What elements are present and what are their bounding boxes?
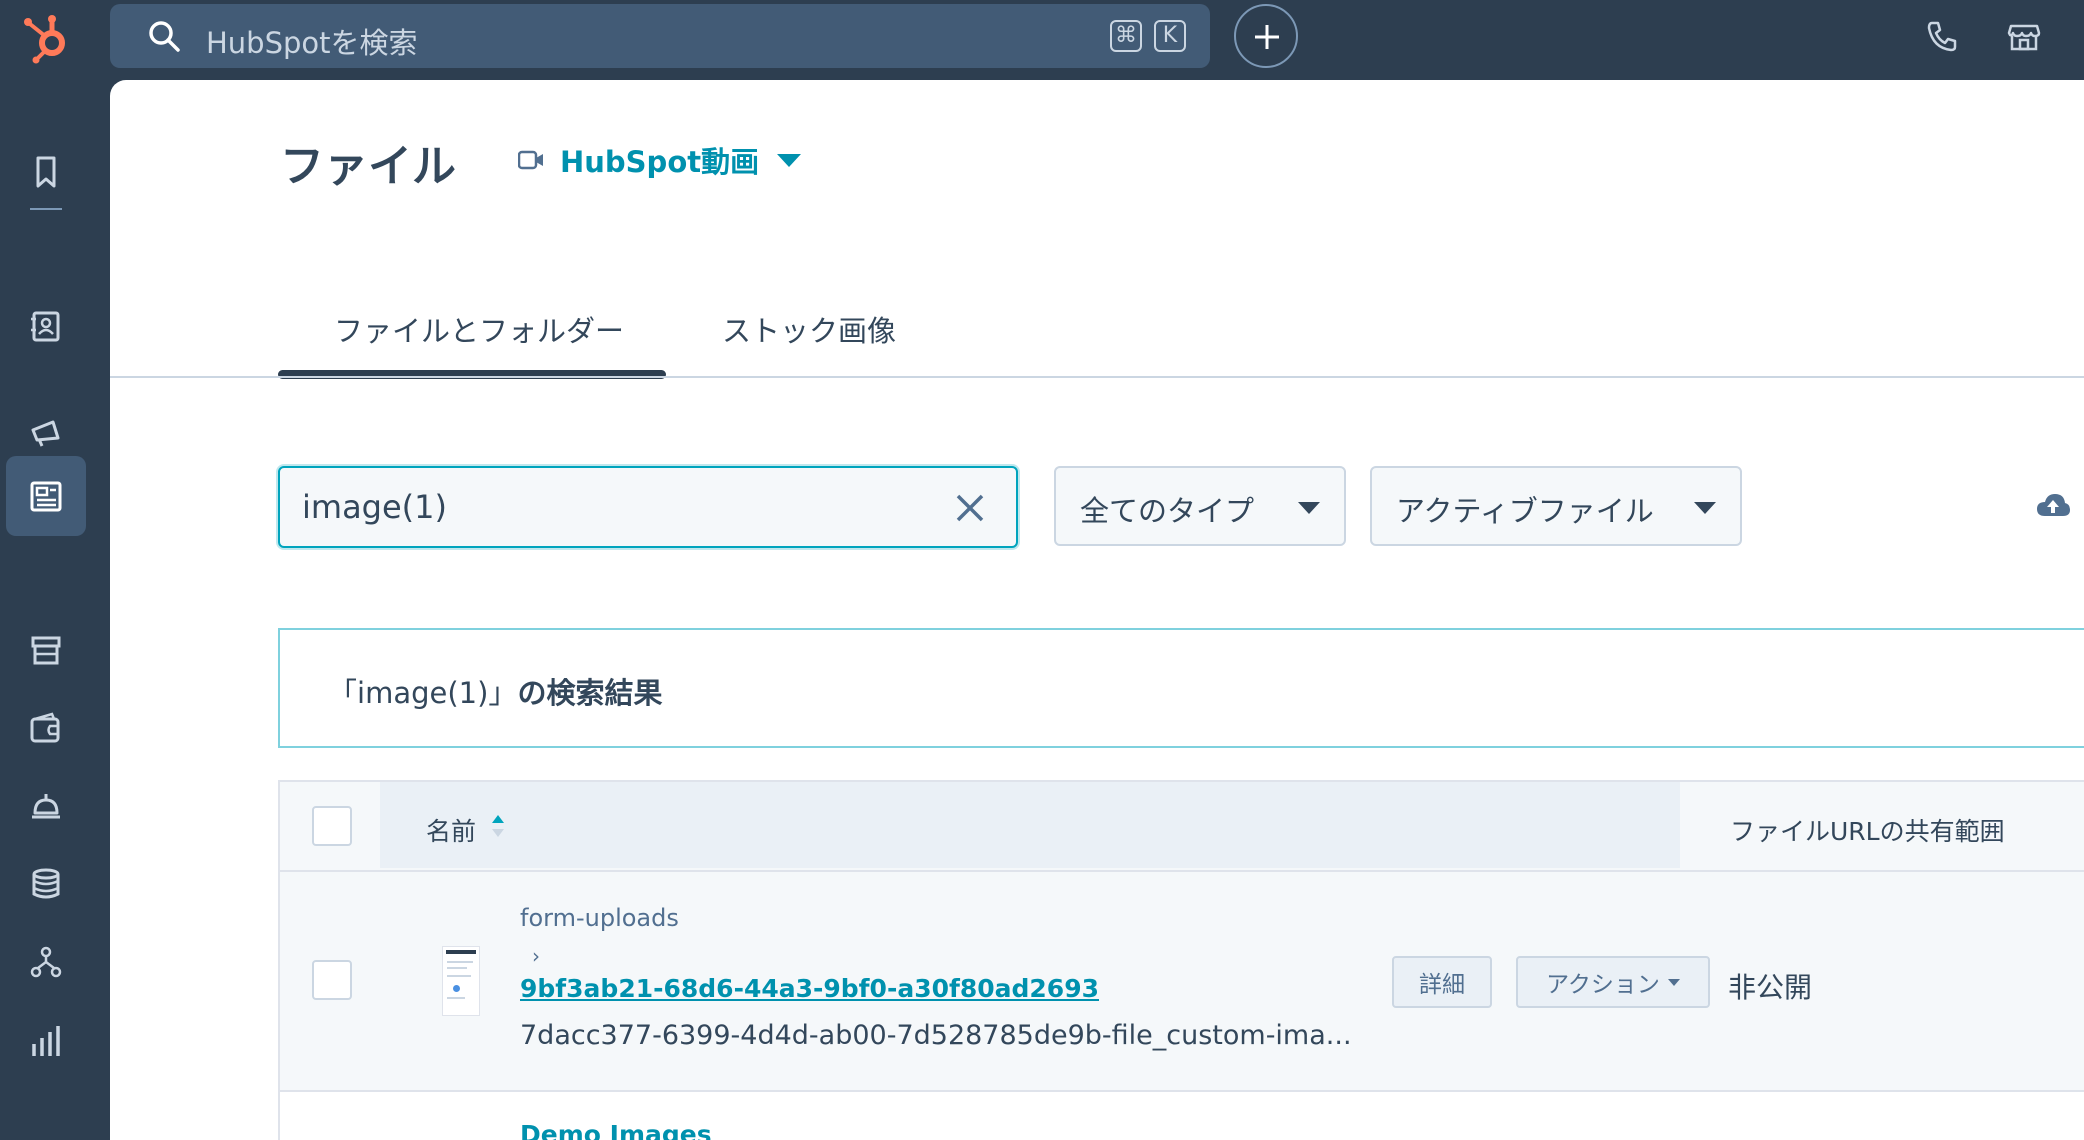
- shortcut-command-key: ⌘: [1110, 20, 1142, 52]
- shortcut-k-key: K: [1154, 20, 1186, 52]
- sidebar-item-bookmarks[interactable]: [6, 132, 86, 212]
- column-header-name[interactable]: 名前: [426, 812, 476, 848]
- plus-icon: [1255, 25, 1279, 49]
- file-folder-link[interactable]: 9bf3ab21-68d6-44a3-9bf0-a30f80ad2693: [520, 974, 1099, 1003]
- table-row[interactable]: form-uploads › 9bf3ab21-68d6-44a3-9bf0-a…: [280, 870, 2084, 1090]
- megaphone-icon: [31, 420, 60, 447]
- sidebar-item-automation[interactable]: [6, 922, 86, 1002]
- tab-stock-images[interactable]: ストック画像: [722, 308, 896, 350]
- details-button[interactable]: 詳細: [1392, 956, 1492, 1008]
- bar-chart-icon: [32, 1026, 60, 1056]
- caret-down-icon: [1667, 978, 1680, 986]
- search-placeholder: HubSpotを検索: [206, 26, 418, 60]
- quote-open: 「: [328, 676, 358, 710]
- thumbnail-line: [447, 997, 465, 999]
- search-results-label: 「image(1)」の検索結果: [328, 670, 662, 712]
- quote-close: 」: [488, 676, 518, 710]
- file-name[interactable]: 7dacc377-6399-4d4d-ab00-7d528785de9b-fil…: [520, 1020, 1352, 1051]
- sidebar-item-reports[interactable]: [6, 1000, 86, 1080]
- video-camera-icon: [518, 150, 543, 170]
- sort-ascending-icon[interactable]: [490, 812, 506, 840]
- sidebar-item-content[interactable]: [6, 456, 86, 536]
- chevron-right-icon: ›: [532, 944, 540, 968]
- hubspot-video-label: HubSpot動画: [560, 145, 760, 179]
- thumbnail-dot: [453, 985, 460, 992]
- sidebar-item-commerce[interactable]: [6, 610, 86, 690]
- top-navigation-bar: HubSpotを検索 ⌘ K: [0, 0, 2084, 80]
- contacts-icon: [31, 311, 60, 342]
- thumbnail-line: [447, 975, 471, 977]
- database-icon: [32, 868, 60, 899]
- file-type-value: 全てのタイプ: [1080, 494, 1255, 528]
- file-search-value: image(1): [302, 488, 447, 526]
- file-type-dropdown[interactable]: 全てのタイプ: [1054, 466, 1346, 546]
- sidebar-item-contacts[interactable]: [6, 286, 86, 366]
- chevron-down-icon: [777, 153, 802, 167]
- select-all-checkbox[interactable]: [312, 806, 352, 846]
- thumbnail-header: [446, 950, 476, 954]
- store-icon: [31, 636, 61, 665]
- hubspot-video-dropdown[interactable]: HubSpot動画: [518, 142, 802, 179]
- name-column-header-bg: [380, 782, 1680, 868]
- service-bell-icon: [32, 794, 60, 819]
- tab-files-and-folders[interactable]: ファイルとフォルダー: [334, 308, 624, 350]
- row-checkbox[interactable]: [312, 960, 352, 1000]
- main-content: ファイル HubSpot動画 ファイルとフォルダー ストック画像 image(1…: [110, 80, 2084, 1140]
- clear-search-icon[interactable]: [954, 492, 986, 524]
- file-status-value: アクティブファイル: [1396, 494, 1654, 528]
- file-search-input[interactable]: image(1): [278, 466, 1018, 548]
- bookmark-icon: [36, 156, 56, 188]
- folder-path[interactable]: form-uploads: [520, 904, 679, 932]
- chevron-down-icon: [1298, 502, 1320, 514]
- column-header-visibility[interactable]: ファイルURLの共有範囲: [1730, 812, 2005, 848]
- phone-icon[interactable]: [1924, 18, 1960, 54]
- marketplace-store-icon[interactable]: [2006, 18, 2042, 54]
- file-thumbnail[interactable]: [442, 946, 480, 1016]
- sidebar-item-payments[interactable]: [6, 688, 86, 768]
- sidebar-divider: [30, 208, 62, 210]
- details-button-label: 詳細: [1419, 972, 1465, 998]
- cloud-upload-icon[interactable]: [2036, 492, 2070, 518]
- file-status-dropdown[interactable]: アクティブファイル: [1370, 466, 1742, 546]
- sidebar-item-service[interactable]: [6, 766, 86, 846]
- actions-button-label: アクション: [1546, 972, 1660, 998]
- table-row[interactable]: Demo Images: [280, 1090, 2084, 1140]
- hubspot-logo-icon[interactable]: [20, 10, 76, 66]
- workflow-icon: [30, 946, 62, 978]
- global-search-bar[interactable]: HubSpotを検索 ⌘ K: [110, 4, 1210, 68]
- create-new-button[interactable]: [1234, 4, 1298, 68]
- search-icon: [149, 21, 180, 52]
- chevron-down-icon: [1694, 502, 1716, 514]
- page-title: ファイル: [280, 141, 456, 192]
- left-sidebar: [0, 80, 110, 1140]
- content-icon: [30, 481, 62, 512]
- thumbnail-line: [447, 961, 473, 963]
- sidebar-item-data-management[interactable]: [6, 844, 86, 924]
- visibility-value: 非公開: [1728, 971, 1813, 1004]
- wallet-icon: [30, 712, 60, 743]
- search-query: image(1): [357, 676, 489, 710]
- folder-link[interactable]: Demo Images: [520, 1120, 712, 1140]
- actions-dropdown-button[interactable]: アクション: [1516, 956, 1710, 1008]
- table-header: 名前 ファイルURLの共有範囲: [280, 782, 2084, 870]
- search-results-suffix: の検索結果: [517, 676, 663, 710]
- thumbnail-line: [447, 967, 467, 969]
- search-results-header: 「image(1)」の検索結果: [278, 628, 2084, 748]
- tabs-divider: [110, 376, 2084, 378]
- files-table: 名前 ファイルURLの共有範囲 form-uploads › 9bf3ab21-…: [278, 780, 2084, 1140]
